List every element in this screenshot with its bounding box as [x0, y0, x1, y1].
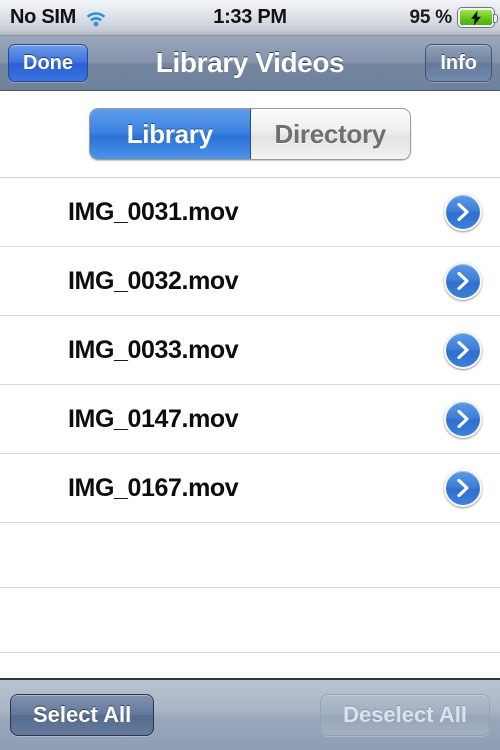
info-button[interactable]: Info	[425, 44, 492, 82]
carrier-label: No SIM	[10, 6, 76, 28]
row-label: IMG_0147.mov	[68, 404, 239, 433]
table-row[interactable]: IMG_0147.mov	[0, 385, 500, 454]
video-list-table: IMG_0031.mov IMG_0032.mov IMG_0033.mov I…	[0, 178, 500, 678]
segment-directory[interactable]: Directory	[250, 109, 410, 159]
table-row[interactable]: IMG_0167.mov	[0, 454, 500, 523]
detail-disclosure-icon[interactable]	[444, 469, 482, 507]
table-row[interactable]: IMG_0032.mov	[0, 247, 500, 316]
detail-disclosure-icon[interactable]	[444, 262, 482, 300]
segmented-control[interactable]: Library Directory	[89, 108, 411, 160]
table-row[interactable]: IMG_0031.mov	[0, 178, 500, 247]
select-all-button[interactable]: Select All	[10, 694, 155, 736]
wifi-icon	[85, 9, 107, 27]
battery-charging-icon	[458, 8, 497, 27]
detail-disclosure-icon[interactable]	[444, 331, 482, 369]
table-row[interactable]: IMG_0033.mov	[0, 316, 500, 385]
battery-percent-label: 95 %	[409, 6, 452, 28]
status-bar-left: No SIM	[0, 6, 107, 29]
detail-disclosure-icon[interactable]	[444, 193, 482, 231]
bottom-toolbar: Select All Deselect All	[0, 678, 500, 750]
row-label: IMG_0033.mov	[68, 335, 239, 364]
segmented-control-container: Library Directory	[0, 91, 500, 178]
app-window: No SIM 1:33 PM 95 % Done Library Videos …	[0, 0, 500, 750]
status-bar-right: 95 %	[409, 6, 497, 29]
table-row-empty	[0, 588, 500, 653]
detail-disclosure-icon[interactable]	[444, 400, 482, 438]
segment-library[interactable]: Library	[90, 109, 251, 159]
row-label: IMG_0032.mov	[68, 266, 239, 295]
done-button[interactable]: Done	[8, 44, 88, 82]
status-bar: No SIM 1:33 PM 95 %	[0, 0, 500, 36]
deselect-all-button[interactable]: Deselect All	[320, 694, 490, 736]
row-label: IMG_0167.mov	[68, 473, 239, 502]
navigation-bar: Done Library Videos Info	[0, 36, 500, 91]
row-label: IMG_0031.mov	[68, 197, 239, 226]
table-row-empty	[0, 523, 500, 588]
